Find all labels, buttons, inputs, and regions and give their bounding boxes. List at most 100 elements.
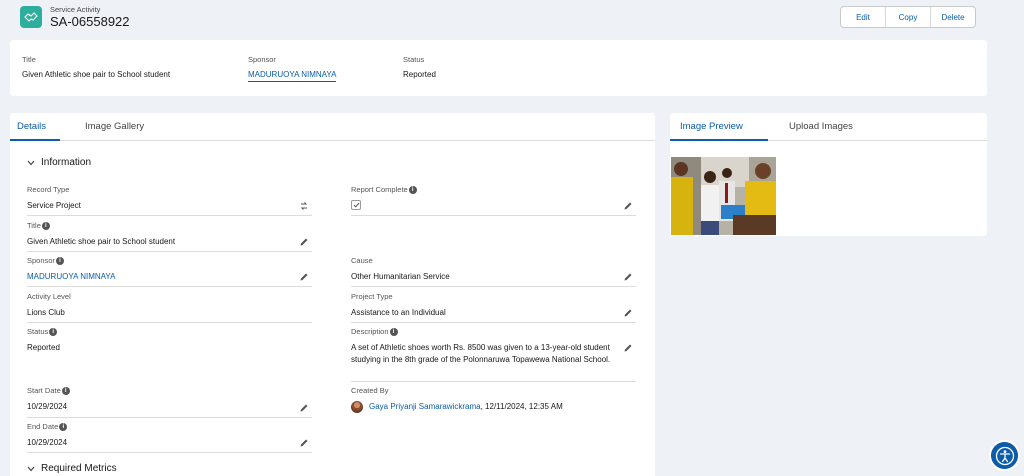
divider bbox=[351, 322, 636, 323]
divider bbox=[27, 286, 312, 287]
info-icon[interactable]: i bbox=[61, 386, 70, 395]
divider bbox=[351, 286, 636, 287]
edit-pencil-icon[interactable] bbox=[623, 272, 633, 282]
checkmark-icon bbox=[353, 202, 359, 208]
created-by-label: Created By bbox=[351, 386, 389, 395]
end-date-label: End Date i bbox=[27, 422, 68, 431]
divider bbox=[27, 417, 312, 418]
edit-pencil-icon[interactable] bbox=[623, 308, 633, 318]
field-sponsor: Sponsor i MADURUOYA NIMNAYA bbox=[27, 256, 115, 283]
edit-pencil-icon[interactable] bbox=[299, 403, 309, 413]
accessibility-icon bbox=[995, 446, 1014, 465]
status-label-text: Status bbox=[27, 327, 49, 336]
created-by-user-link[interactable]: Gaya Priyanji Samarawickrama bbox=[369, 402, 481, 411]
field-cause: Cause Other Humanitarian Service bbox=[351, 256, 450, 283]
title-label: Title i bbox=[27, 221, 175, 230]
end-date-label-text: End Date bbox=[27, 422, 59, 431]
tab-image-gallery[interactable]: Image Gallery bbox=[85, 121, 144, 132]
report-complete-label: Report Complete i bbox=[351, 185, 417, 194]
divider bbox=[351, 381, 636, 382]
created-by-value: Gaya Priyanji Samarawickrama, 12/11/2024… bbox=[351, 401, 563, 413]
start-date-value: 10/29/2024 bbox=[27, 402, 68, 411]
report-complete-checkbox bbox=[351, 200, 361, 210]
edit-button[interactable]: Edit bbox=[841, 7, 886, 27]
field-status: Status i Reported bbox=[27, 327, 60, 354]
chevron-down-icon bbox=[27, 160, 35, 165]
divider bbox=[27, 215, 312, 216]
activity-level-label: Activity Level bbox=[27, 292, 71, 301]
tab-upload-images[interactable]: Upload Images bbox=[789, 121, 853, 132]
copy-button[interactable]: Copy bbox=[886, 7, 931, 27]
tab-image-preview[interactable]: Image Preview bbox=[680, 121, 743, 132]
status-value: Reported bbox=[27, 343, 60, 352]
highlight-status-label: Status bbox=[403, 55, 425, 64]
details-tabs: Details Image Gallery bbox=[10, 113, 655, 141]
field-start-date: Start Date i 10/29/2024 bbox=[27, 386, 70, 413]
sponsor-label-text: Sponsor bbox=[27, 256, 55, 265]
accessibility-button[interactable] bbox=[989, 440, 1020, 471]
divider bbox=[27, 452, 312, 453]
highlight-sponsor-link[interactable]: MADURUOYA NIMNAYA bbox=[248, 70, 337, 82]
image-preview-card: Image Preview Upload Images bbox=[670, 113, 987, 236]
active-tab-indicator bbox=[10, 139, 60, 141]
cause-value: Other Humanitarian Service bbox=[351, 272, 450, 281]
delete-button[interactable]: Delete bbox=[931, 7, 975, 27]
project-type-value: Assistance to an Individual bbox=[351, 308, 446, 317]
end-date-value: 10/29/2024 bbox=[27, 438, 68, 447]
highlight-title: Title Given Athletic shoe pair to School… bbox=[22, 55, 170, 79]
tab-details[interactable]: Details bbox=[17, 121, 46, 132]
record-type-label: Record Type bbox=[27, 185, 70, 194]
info-icon[interactable]: i bbox=[408, 185, 417, 194]
info-icon[interactable]: i bbox=[389, 327, 398, 336]
title-value: Given Athletic shoe pair to School stude… bbox=[27, 237, 176, 246]
title-label-text: Title bbox=[27, 221, 41, 230]
active-tab-indicator bbox=[670, 139, 768, 141]
info-icon[interactable]: i bbox=[59, 422, 68, 431]
highlight-title-value: Given Athletic shoe pair to School stude… bbox=[22, 70, 171, 79]
highlight-sponsor: Sponsor MADURUOYA NIMNAYA bbox=[248, 55, 337, 82]
object-type-label: Service Activity bbox=[50, 5, 101, 14]
record-id: SA-06558922 bbox=[50, 14, 130, 29]
details-card: Details Image Gallery Information Record… bbox=[10, 113, 655, 476]
preview-image[interactable] bbox=[671, 157, 776, 235]
start-date-label-text: Start Date bbox=[27, 386, 61, 395]
handshake-icon bbox=[20, 6, 42, 28]
edit-pencil-icon[interactable] bbox=[299, 438, 309, 448]
created-by-timestamp: , 12/11/2024, 12:35 AM bbox=[480, 402, 563, 412]
status-label: Status i bbox=[27, 327, 60, 336]
info-icon[interactable]: i bbox=[55, 256, 64, 265]
sponsor-label: Sponsor i bbox=[27, 256, 115, 265]
image-tabs: Image Preview Upload Images bbox=[670, 113, 987, 141]
info-icon[interactable]: i bbox=[49, 327, 58, 336]
sponsor-link[interactable]: MADURUOYA NIMNAYA bbox=[27, 271, 115, 283]
divider bbox=[27, 322, 312, 323]
edit-pencil-icon[interactable] bbox=[299, 272, 309, 282]
chevron-down-icon bbox=[27, 466, 35, 471]
field-project-type: Project Type Assistance to an Individual bbox=[351, 292, 446, 319]
edit-pencil-icon[interactable] bbox=[623, 343, 633, 353]
field-record-type: Record Type Service Project bbox=[27, 185, 81, 212]
action-button-group: Edit Copy Delete bbox=[840, 6, 976, 28]
description-label-text: Description bbox=[351, 327, 389, 336]
activity-level-value: Lions Club bbox=[27, 308, 65, 317]
record-header: Service Activity SA-06558922 Edit Copy D… bbox=[0, 0, 1024, 38]
info-icon[interactable]: i bbox=[41, 221, 50, 230]
project-type-label: Project Type bbox=[351, 292, 393, 301]
section-required-metrics-toggle[interactable]: Required Metrics bbox=[27, 463, 117, 474]
report-complete-label-text: Report Complete bbox=[351, 185, 408, 194]
cause-label: Cause bbox=[351, 256, 373, 265]
description-value: A set of Athletic shoes worth Rs. 8500 w… bbox=[351, 343, 611, 364]
avatar bbox=[351, 401, 363, 413]
description-label: Description i bbox=[351, 327, 621, 336]
change-record-type-icon[interactable] bbox=[299, 201, 309, 211]
record-type-value: Service Project bbox=[27, 201, 81, 210]
field-end-date: End Date i 10/29/2024 bbox=[27, 422, 68, 449]
highlight-title-label: Title bbox=[22, 55, 36, 64]
highlights-panel: Title Given Athletic shoe pair to School… bbox=[10, 40, 987, 96]
field-report-complete: Report Complete i bbox=[351, 185, 417, 210]
start-date-label: Start Date i bbox=[27, 386, 70, 395]
section-information-toggle[interactable]: Information bbox=[27, 157, 91, 168]
edit-pencil-icon[interactable] bbox=[299, 237, 309, 247]
edit-pencil-icon[interactable] bbox=[623, 201, 633, 211]
field-description: Description i A set of Athletic shoes wor… bbox=[351, 327, 621, 366]
